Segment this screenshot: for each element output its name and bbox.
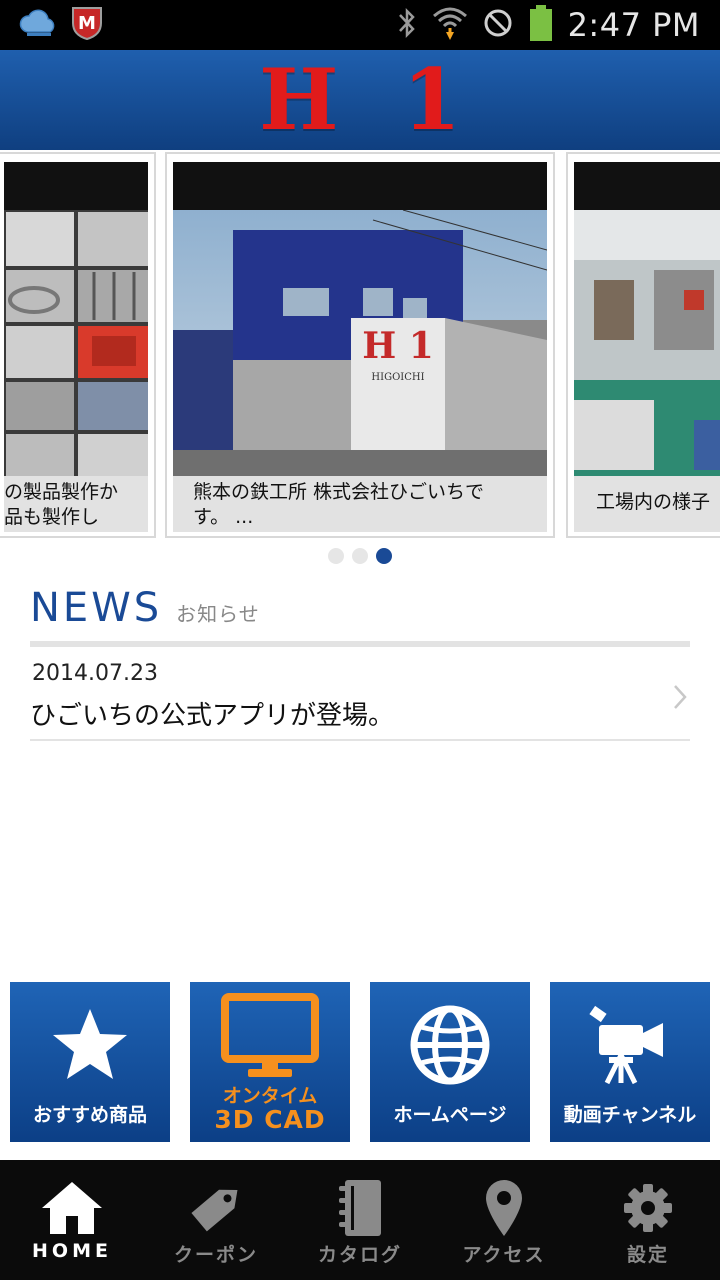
news-headline: ひごいちの公式アプリが登場。: [30, 701, 395, 731]
ontime-3dcad-button[interactable]: オンタイム 3D CAD: [190, 982, 350, 1142]
news-title: NEWS: [30, 585, 163, 631]
cloud-icon: [18, 8, 60, 42]
home-icon: [0, 1178, 144, 1238]
map-pin-icon: [432, 1178, 576, 1238]
no-sync-icon: [482, 7, 514, 43]
nav-label: クーポン: [173, 1244, 258, 1266]
carousel-pagination: [0, 548, 720, 564]
carousel-slide[interactable]: 工場内の様子: [566, 152, 720, 538]
news-header: NEWS お知らせ: [30, 585, 690, 637]
slide-image-workshop: [574, 210, 720, 482]
video-camera-icon: [550, 1000, 710, 1090]
status-bar: M 2:47 PM: [0, 0, 720, 50]
notebook-icon: [288, 1178, 432, 1238]
sign-subtext: HIGOICHI: [371, 372, 424, 383]
tile-label-line2: 3D CAD: [214, 1105, 326, 1134]
tile-label: おすすめ商品: [32, 1104, 147, 1126]
globe-icon: [370, 1000, 530, 1090]
homepage-button[interactable]: ホームページ: [370, 982, 530, 1142]
app-logo: H1: [259, 50, 525, 149]
tile-label: オンタイム 3D CAD: [190, 1084, 350, 1132]
pagination-dot-active[interactable]: [376, 548, 392, 564]
battery-icon: [528, 4, 554, 46]
nav-label: カタログ: [317, 1244, 402, 1266]
nav-settings[interactable]: 設定: [576, 1160, 720, 1280]
slide-image-products: [4, 210, 148, 482]
slide-caption: 工場内の様子: [574, 476, 720, 532]
carousel-slide[interactable]: H 1 HIGOICHI 熊本の鉄工所 株式会社ひごいちで す。 ...: [165, 152, 555, 538]
nav-coupon[interactable]: クーポン: [144, 1160, 288, 1280]
news-item[interactable]: 2014.07.23 ひごいちの公式アプリが登場。: [30, 647, 690, 741]
mcafee-icon: M: [70, 5, 104, 45]
slide-title-bar: [4, 162, 148, 210]
image-carousel[interactable]: の製品製作か 品も製作して...: [0, 150, 720, 575]
svg-text:M: M: [78, 13, 96, 34]
news-date: 2014.07.23: [32, 661, 158, 686]
shortcut-tiles: おすすめ商品 オンタイム 3D CAD ホームページ 動画チャンネル: [10, 982, 710, 1142]
star-icon: [10, 1000, 170, 1090]
bottom-navigation: HOME クーポン カタログ アクセス 設定: [0, 1160, 720, 1280]
tile-label: ホームページ: [393, 1104, 507, 1126]
slide-title-bar: [173, 162, 547, 210]
nav-label: アクセス: [462, 1244, 546, 1266]
pagination-dot[interactable]: [352, 548, 368, 564]
slide-title-bar: [574, 162, 720, 210]
clock: 2:47 PM: [567, 6, 700, 44]
chevron-right-icon: [672, 683, 688, 715]
slide-image-factory: H 1 HIGOICHI: [173, 210, 547, 482]
nav-catalog[interactable]: カタログ: [288, 1160, 432, 1280]
news-section: NEWS お知らせ 2014.07.23 ひごいちの公式アプリが登場。: [30, 585, 690, 741]
sign-text: H 1: [362, 325, 434, 367]
pagination-dot[interactable]: [328, 548, 344, 564]
nav-access[interactable]: アクセス: [432, 1160, 576, 1280]
bluetooth-icon: [396, 6, 418, 44]
tag-icon: [144, 1178, 288, 1238]
monitor-icon: [190, 992, 350, 1082]
recommended-products-button[interactable]: おすすめ商品: [10, 982, 170, 1142]
nav-home[interactable]: HOME: [0, 1160, 144, 1280]
tile-label: 動画チャンネル: [563, 1104, 697, 1126]
nav-label: HOME: [32, 1240, 112, 1262]
news-subtitle: お知らせ: [176, 602, 260, 626]
slide-caption: の製品製作か 品も製作して...: [4, 476, 148, 532]
carousel-slide[interactable]: の製品製作か 品も製作して...: [0, 152, 156, 538]
video-channel-button[interactable]: 動画チャンネル: [550, 982, 710, 1142]
nav-label: 設定: [626, 1244, 669, 1266]
gear-icon: [576, 1178, 720, 1238]
app-header: H1: [0, 50, 720, 150]
slide-caption: 熊本の鉄工所 株式会社ひごいちで す。 ...: [173, 476, 547, 532]
wifi-icon: [432, 4, 468, 46]
